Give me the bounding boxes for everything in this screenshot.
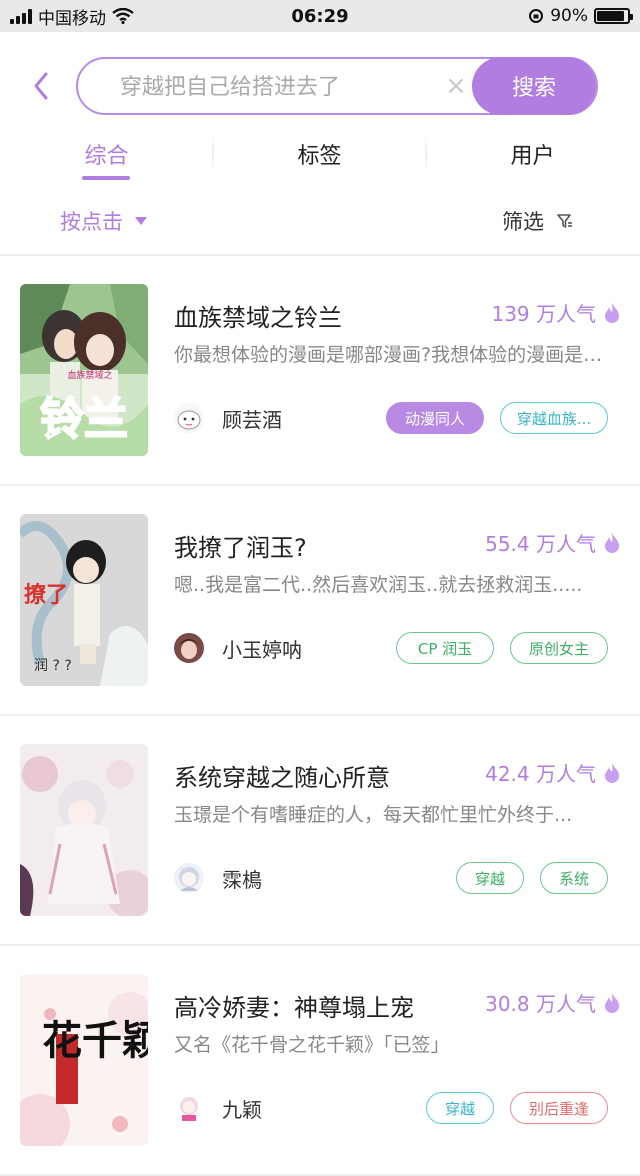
tab-label: 综合 [84,144,129,169]
search-input[interactable] [120,71,440,103]
tab-label: 用户 [510,144,555,169]
author[interactable]: 小玉婷呐 [174,633,302,663]
book-cover[interactable]: 撩了 润 ? ? [20,514,148,686]
popularity-count: 42.4 万人气 [485,762,596,786]
svg-text:撩了: 撩了 [24,583,68,608]
list-item[interactable]: 花千颖 高冷娇妻：神尊塌上宠 30.8 万人气 又名《花千骨之花千颖》「已签」 … [0,946,640,1176]
book-description: 又名《花千骨之花千颖》「已签」 [174,1034,450,1056]
orientation-lock-icon [529,9,544,23]
tag[interactable]: 穿越 [456,862,524,894]
book-description: 你最想体验的漫画是哪部漫画?我想体验的漫画是…… [174,344,614,366]
tag[interactable]: 穿越 [426,1092,494,1124]
list-item[interactable]: 血族禁域之 铃兰 血族禁域之铃兰 139 万人气 你最想体验的漫画是哪部漫画?我… [0,256,640,486]
author-name: 顾芸酒 [222,407,282,432]
avatar [174,863,204,893]
svg-text:花千颖: 花千颖 [42,1017,148,1064]
search-bar: × 搜索 [76,57,598,115]
flame-icon [605,762,619,783]
book-description: 嗯..我是富二代..然后喜欢润玉..就去拯救润玉..... [174,574,583,596]
author[interactable]: 顾芸酒 [174,403,282,433]
search-button[interactable]: 搜索 [472,57,596,115]
svg-text:润 ? ?: 润 ? ? [34,658,72,674]
book-cover[interactable]: 血族禁域之 铃兰 [20,284,148,456]
popularity: 139 万人气 [491,298,622,327]
tag-list: 穿越 系统 [456,862,608,894]
sort-dropdown[interactable]: 按点击 [60,206,147,236]
tab-tags[interactable]: 标签 [213,124,426,184]
popularity: 42.4 万人气 [485,758,622,787]
book-title: 血族禁域之铃兰 [174,304,342,332]
list-item[interactable]: 撩了 润 ? ? 我撩了润玉? 55.4 万人气 嗯..我是富二代..然后喜欢润… [0,486,640,716]
clear-icon[interactable]: × [442,72,470,100]
tab-comprehensive[interactable]: 综合 [0,124,213,184]
flame-icon [605,302,619,323]
svg-text:铃兰: 铃兰 [40,394,128,445]
tag[interactable]: CP 润玉 [396,632,494,664]
tab-bar: 综合 标签 用户 [0,124,640,184]
flame-icon [605,532,619,553]
tag[interactable]: 动漫同人 [386,402,484,434]
popularity-count: 55.4 万人气 [485,532,596,556]
book-cover[interactable]: 花千颖 [20,974,148,1146]
book-title: 高冷娇妻：神尊塌上宠 [174,994,414,1022]
battery-icon [594,8,633,24]
popularity-count: 30.8 万人气 [485,992,596,1016]
author[interactable]: 九颖 [174,1093,262,1123]
book-title: 系统穿越之随心所意 [174,764,390,792]
book-cover[interactable] [20,744,148,916]
tag-list: 穿越 别后重逢 [426,1092,608,1124]
book-description: 玉璟是个有嗜睡症的人，每天都忙里忙外终于... [174,804,573,826]
tag[interactable]: 原创女主 [510,632,608,664]
popularity: 55.4 万人气 [485,528,622,557]
filter-row: 按点击 筛选 [0,196,640,248]
tag[interactable]: 别后重逢 [510,1092,608,1124]
tag[interactable]: 穿越血族... [500,402,608,434]
tab-divider [425,136,427,172]
tag-list: 动漫同人 穿越血族... [386,402,608,434]
tab-users[interactable]: 用户 [426,124,639,184]
active-tab-indicator [82,176,130,180]
status-right: 90% [528,0,633,32]
popularity: 30.8 万人气 [485,988,622,1017]
tab-divider [212,136,214,172]
tag[interactable]: 系统 [540,862,608,894]
popularity-count: 139 万人气 [491,302,596,326]
status-bar: 中国移动 06:29 90% [0,0,640,32]
filter-button[interactable]: 筛选 [502,206,574,236]
author[interactable]: 霂樢 [174,863,262,893]
funnel-icon [557,214,572,228]
book-title: 我撩了润玉? [174,534,307,562]
list-item[interactable]: 系统穿越之随心所意 42.4 万人气 玉璟是个有嗜睡症的人，每天都忙里忙外终于.… [0,716,640,946]
sort-label: 按点击 [60,210,123,234]
tag-list: CP 润玉 原创女主 [396,632,608,664]
author-name: 霂樢 [222,867,262,892]
results-list: 血族禁域之 铃兰 血族禁域之铃兰 139 万人气 你最想体验的漫画是哪部漫画?我… [0,256,640,1176]
avatar [174,633,204,663]
caret-down-icon [135,217,147,225]
avatar [174,403,204,433]
author-name: 小玉婷呐 [222,637,302,662]
battery-percent: 90% [550,6,588,26]
author-name: 九颖 [222,1097,262,1122]
avatar [174,1093,204,1123]
flame-icon [605,992,619,1013]
svg-text:血族禁域之: 血族禁域之 [67,369,112,381]
filter-label: 筛选 [502,210,544,234]
chevron-left-icon [34,72,48,100]
tab-label: 标签 [297,144,342,169]
back-button[interactable] [26,68,56,104]
